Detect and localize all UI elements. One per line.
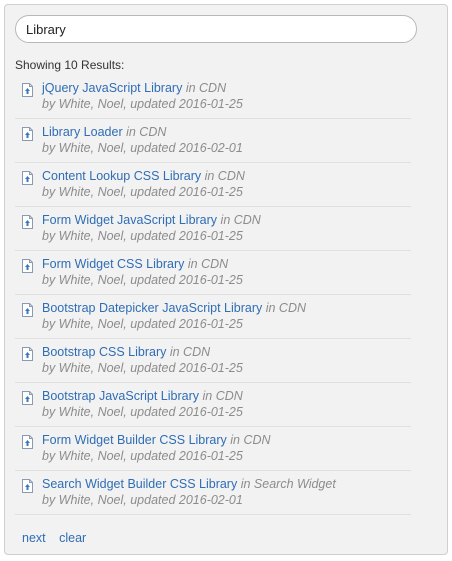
- document-upload-icon: [22, 171, 33, 185]
- result-location: in CDN: [230, 433, 271, 447]
- document-upload-icon: [22, 347, 33, 361]
- result-location: in CDN: [126, 125, 167, 139]
- result-location: in CDN: [187, 257, 229, 271]
- result-meta: by White, Noel, updated 2016-02-01: [42, 493, 243, 507]
- result-title-link[interactable]: Form Widget JavaScript Library: [42, 213, 217, 227]
- document-upload-icon: [22, 391, 33, 405]
- result-title-link[interactable]: Bootstrap CSS Library: [42, 345, 166, 359]
- result-location: in CDN: [185, 81, 227, 95]
- next-link[interactable]: next: [22, 531, 46, 545]
- search-panel: Showing 10 Results: jQuery JavaScript Li…: [4, 4, 448, 555]
- result-item: Bootstrap Datepicker JavaScript Library …: [15, 295, 411, 339]
- result-title-link[interactable]: Bootstrap JavaScript Library: [42, 389, 199, 403]
- result-item: Library Loader in CDN by White, Noel, up…: [15, 119, 411, 163]
- result-item: Form Widget Builder CSS Library in CDN b…: [15, 427, 411, 471]
- result-title-link[interactable]: Library Loader: [42, 125, 123, 139]
- result-title-link[interactable]: Form Widget CSS Library: [42, 257, 184, 271]
- result-title-link[interactable]: Bootstrap Datepicker JavaScript Library: [42, 301, 262, 315]
- document-upload-icon: [22, 259, 33, 273]
- result-meta: by White, Noel, updated 2016-01-25: [42, 185, 243, 199]
- result-meta: by White, Noel, updated 2016-02-01: [42, 141, 243, 155]
- result-title-link[interactable]: Form Widget Builder CSS Library: [42, 433, 227, 447]
- result-meta: by White, Noel, updated 2016-01-25: [42, 97, 243, 111]
- result-location: in CDN: [265, 301, 307, 315]
- result-meta: by White, Noel, updated 2016-01-25: [42, 361, 243, 375]
- result-item: jQuery JavaScript Library in CDN by Whit…: [15, 75, 411, 119]
- result-location: in CDN: [202, 389, 243, 403]
- results-count: Showing 10 Results:: [15, 58, 125, 72]
- result-title-link[interactable]: Search Widget Builder CSS Library: [42, 477, 237, 491]
- clear-link[interactable]: clear: [59, 531, 86, 545]
- result-meta: by White, Noel, updated 2016-01-25: [42, 229, 243, 243]
- result-meta: by White, Noel, updated 2016-01-25: [42, 273, 243, 287]
- document-upload-icon: [22, 303, 33, 317]
- result-item: Bootstrap CSS Library in CDN by White, N…: [15, 339, 411, 383]
- result-item: Search Widget Builder CSS Library in Sea…: [15, 471, 411, 515]
- document-upload-icon: [22, 215, 33, 229]
- result-meta: by White, Noel, updated 2016-01-25: [42, 317, 243, 331]
- result-meta: by White, Noel, updated 2016-01-25: [42, 449, 243, 463]
- document-upload-icon: [22, 479, 33, 493]
- result-title-link[interactable]: Content Lookup CSS Library: [42, 169, 201, 183]
- result-meta: by White, Noel, updated 2016-01-25: [42, 405, 243, 419]
- result-location: in CDN: [169, 345, 211, 359]
- pagination-footer: next clear: [22, 531, 96, 545]
- result-title-link[interactable]: jQuery JavaScript Library: [42, 81, 182, 95]
- document-upload-icon: [22, 435, 33, 449]
- result-item: Content Lookup CSS Library in CDN by Whi…: [15, 163, 411, 207]
- result-location: in Search Widget: [240, 477, 336, 491]
- results-list: jQuery JavaScript Library in CDN by Whit…: [15, 75, 411, 515]
- result-location: in CDN: [204, 169, 245, 183]
- result-item: Bootstrap JavaScript Library in CDN by W…: [15, 383, 411, 427]
- result-item: Form Widget JavaScript Library in CDN by…: [15, 207, 411, 251]
- result-item: Form Widget CSS Library in CDN by White,…: [15, 251, 411, 295]
- result-location: in CDN: [220, 213, 261, 227]
- document-upload-icon: [22, 127, 33, 141]
- document-upload-icon: [22, 83, 33, 97]
- search-input[interactable]: [15, 15, 417, 43]
